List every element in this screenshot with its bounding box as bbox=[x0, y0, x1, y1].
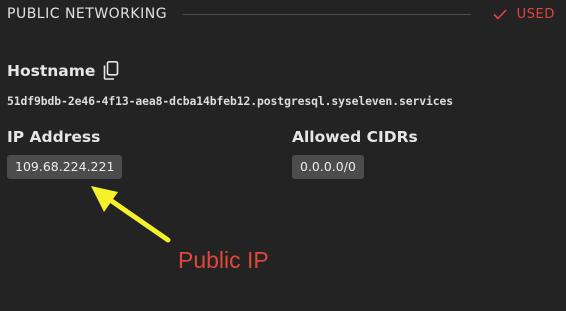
ip-address-value: 109.68.224.221 bbox=[7, 155, 123, 179]
allowed-cidrs-value: 0.0.0.0/0 bbox=[292, 155, 364, 179]
section-header: PUBLIC NETWORKING USED bbox=[7, 4, 555, 24]
ip-address-label: IP Address bbox=[7, 128, 101, 146]
hostname-heading: Hostname bbox=[7, 61, 119, 80]
section-title: PUBLIC NETWORKING bbox=[7, 6, 168, 22]
checkmark-icon bbox=[493, 8, 507, 20]
annotation-label: Public IP bbox=[178, 247, 269, 273]
hostname-label: Hostname bbox=[7, 61, 96, 80]
allowed-cidrs-label: Allowed CIDRs bbox=[292, 128, 418, 146]
status-label: USED bbox=[516, 6, 555, 22]
copy-icon[interactable] bbox=[103, 61, 119, 80]
header-divider bbox=[183, 13, 471, 15]
public-networking-panel: PUBLIC NETWORKING USED Hostname 51df9bdb… bbox=[0, 0, 566, 311]
hostname-value: 51df9bdb-2e46-4f13-aea8-dcba14bfeb12.pos… bbox=[7, 94, 454, 108]
status-badge: USED bbox=[493, 7, 555, 22]
